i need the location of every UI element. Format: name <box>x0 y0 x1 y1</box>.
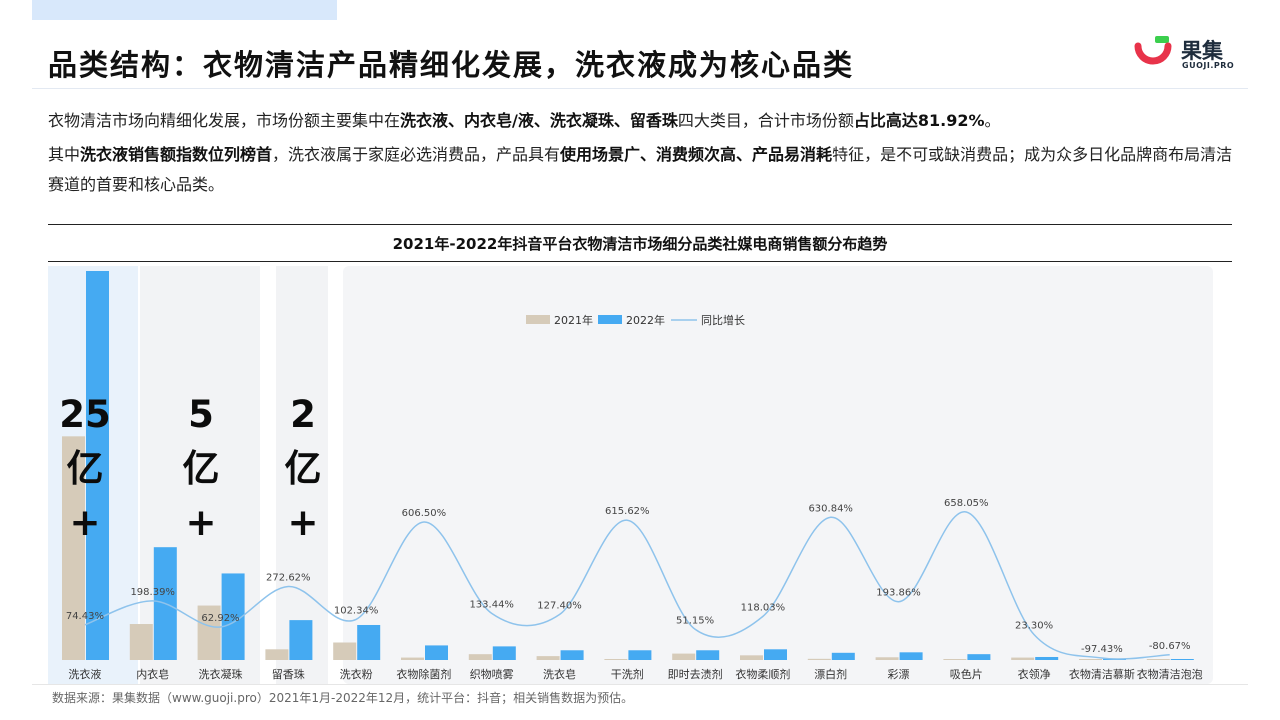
x-tick-label-15: 衣领净 <box>1018 667 1051 681</box>
x-tick-label-3: 洗衣凝珠 <box>199 667 243 681</box>
badge-25-yi: 25 亿 + <box>59 393 111 544</box>
bar-2021-5 <box>333 642 357 660</box>
growth-label-16: -97.43% <box>1081 644 1123 655</box>
x-tick-label-7: 织物喷雾 <box>470 667 514 681</box>
legend-swatch-2021 <box>526 315 550 324</box>
bar-2022-7 <box>492 646 516 660</box>
bar-2022-5 <box>357 624 381 660</box>
x-tick-label-5: 洗衣粉 <box>340 667 373 681</box>
growth-label-14: 658.05% <box>944 498 989 509</box>
bar-2021-6 <box>401 657 424 660</box>
bar-2022-17 <box>1170 659 1194 660</box>
growth-label-2: 198.39% <box>130 587 175 598</box>
x-tick-label-11: 衣物柔顺剂 <box>735 667 790 681</box>
bar-2021-17 <box>1146 659 1170 660</box>
growth-label-10: 51.15% <box>676 615 714 626</box>
x-tick-label-1: 洗衣液 <box>68 667 101 681</box>
footer-divider <box>32 684 1248 685</box>
bar-2022-9 <box>628 650 652 660</box>
sales-chart: 洗衣液 内衣皂 洗衣凝珠 留香珠 洗衣粉 衣物除菌剂 织物喷雾 洗衣皂 干洗剂 即时去渍剂 衣物柔顺… <box>62 271 1203 681</box>
legend-label-2021: 2021年 <box>554 313 593 327</box>
growth-line <box>84 511 1170 660</box>
growth-label-15: 23.30% <box>1015 621 1053 632</box>
legend-swatch-2022 <box>598 315 622 324</box>
growth-label-12: 630.84% <box>808 503 853 514</box>
bar-2022-13 <box>899 652 923 660</box>
bar-2022-15 <box>1035 656 1059 660</box>
growth-label-5: 102.34% <box>334 605 379 616</box>
growth-label-1: 74.43% <box>66 611 104 622</box>
bar-2022-8 <box>560 650 584 660</box>
x-tick-label-16: 衣物清洁慕斯 <box>1069 667 1135 681</box>
growth-label-7: 133.44% <box>469 599 514 610</box>
bar-2021-15 <box>1011 657 1035 660</box>
x-tick-label-10: 即时去渍剂 <box>668 667 723 681</box>
x-tick-label-9: 干洗剂 <box>611 667 644 681</box>
bar-2022-4 <box>289 620 313 660</box>
bar-2021-7 <box>468 654 492 660</box>
bar-2021-8 <box>536 656 560 660</box>
legend-label-2022: 2022年 <box>626 313 665 327</box>
bar-2022-6 <box>425 645 448 660</box>
bar-2021-2 <box>129 624 153 660</box>
bar-2021-16 <box>1079 659 1102 660</box>
bar-2021-9 <box>604 659 628 660</box>
x-tick-label-2: 内衣皂 <box>136 667 169 681</box>
x-tick-label-4: 留香珠 <box>272 667 305 681</box>
bar-2021-13 <box>875 657 899 660</box>
data-source-note: 数据来源：果集数据（www.guoji.pro）2021年1月-2022年12月… <box>52 691 634 705</box>
bar-2022-14 <box>967 654 991 660</box>
growth-label-11: 118.03% <box>741 602 786 613</box>
x-tick-label-17: 衣物清洁泡泡 <box>1137 667 1203 681</box>
badge-5-yi: 5 亿 + <box>182 393 220 544</box>
x-tick-label-13: 彩漂 <box>888 668 910 681</box>
bar-2022-11 <box>764 649 787 660</box>
growth-label-9: 615.62% <box>605 506 650 517</box>
growth-label-6: 606.50% <box>402 508 447 519</box>
growth-label-3: 62.92% <box>201 613 239 624</box>
x-tick-label-12: 漂白剂 <box>814 667 847 681</box>
badge-2-yi: 2 亿 + <box>284 393 322 544</box>
x-tick-label-8: 洗衣皂 <box>543 667 576 681</box>
legend-label-growth: 同比增长 <box>701 313 745 327</box>
x-tick-label-14: 吸色片 <box>950 667 983 681</box>
growth-label-8: 127.40% <box>537 601 582 612</box>
x-tick-label-6: 衣物除菌剂 <box>396 667 451 681</box>
bar-2021-11 <box>740 655 763 660</box>
bar-2022-12 <box>831 652 855 660</box>
bar-2021-10 <box>672 653 696 660</box>
growth-label-17: -80.67% <box>1149 641 1191 652</box>
bar-2021-14 <box>943 659 967 660</box>
growth-label-4: 272.62% <box>266 572 311 583</box>
growth-label-13: 193.86% <box>876 588 921 599</box>
bar-2021-12 <box>807 658 831 660</box>
bar-2021-4 <box>265 649 289 660</box>
bar-2022-10 <box>696 650 720 660</box>
